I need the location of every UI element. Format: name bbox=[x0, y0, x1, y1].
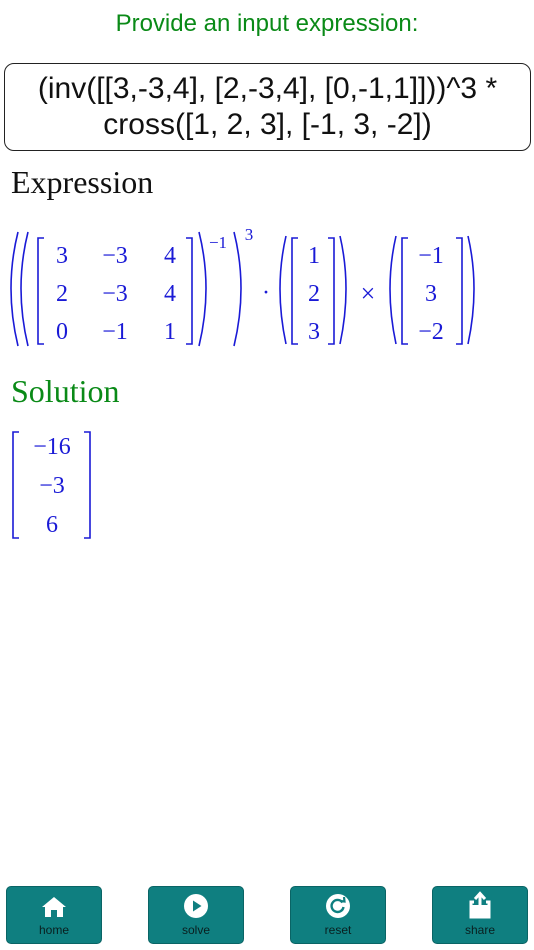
dot-operator: · bbox=[262, 280, 270, 306]
outer-paren-left bbox=[10, 231, 19, 347]
expression-input[interactable]: (inv([[3,-3,4], [2,-3,4], [0,-1,1]]))^3 … bbox=[4, 63, 531, 151]
reset-label: reset bbox=[324, 923, 352, 937]
matrix-cell: 0 bbox=[56, 319, 68, 345]
vec-a-bracket-right bbox=[328, 237, 335, 345]
solution-cell: −16 bbox=[33, 434, 71, 460]
vector-a-cell: 3 bbox=[308, 319, 320, 345]
vector-a-cell: 2 bbox=[308, 281, 320, 307]
outer-paren-left-2 bbox=[20, 231, 29, 347]
matrix-cell: −3 bbox=[102, 243, 128, 269]
vec-b-bracket-left bbox=[401, 237, 408, 345]
cross-operator: × bbox=[361, 279, 376, 308]
matrix-cell: 1 bbox=[164, 319, 176, 345]
solution-render: −16 −3 6 bbox=[12, 431, 91, 539]
matrix-cell: 2 bbox=[56, 281, 68, 307]
prompt-label: Provide an input expression: bbox=[115, 10, 419, 37]
vector-b-cell: −1 bbox=[418, 243, 444, 269]
expression-input-line-2: cross([1, 2, 3], [-1, 3, -2]) bbox=[103, 108, 432, 141]
vec-a-bracket-left bbox=[291, 237, 298, 345]
vec-b-paren-left bbox=[389, 235, 397, 345]
matrix-cell: −3 bbox=[102, 281, 128, 307]
play-icon bbox=[184, 894, 208, 918]
vec-a-paren-right bbox=[339, 235, 347, 345]
power-exponent: 3 bbox=[245, 225, 254, 244]
power-paren-right bbox=[233, 231, 242, 347]
reset-button[interactable]: reset bbox=[290, 886, 386, 944]
matrix-bracket-right bbox=[186, 237, 193, 345]
home-label: home bbox=[38, 923, 70, 937]
vector-b-cell: 3 bbox=[425, 281, 437, 307]
bottom-toolbar: home solve reset share bbox=[0, 886, 534, 946]
vec-b-paren-right bbox=[467, 235, 475, 345]
expression-input-line-1: (inv([[3,-3,4], [2,-3,4], [0,-1,1]]))^3 … bbox=[37, 72, 498, 105]
vec-a-paren-left bbox=[279, 235, 287, 345]
matrix-cell: 3 bbox=[56, 243, 68, 269]
inverse-exponent: −1 bbox=[209, 233, 227, 252]
matrix-cell: −1 bbox=[102, 319, 128, 345]
matrix-cell: 4 bbox=[164, 281, 176, 307]
vec-b-bracket-right bbox=[456, 237, 463, 345]
home-button[interactable]: home bbox=[6, 886, 102, 944]
home-icon bbox=[42, 897, 66, 917]
share-label: share bbox=[464, 923, 496, 937]
expression-title: Expression bbox=[11, 164, 154, 200]
inv-paren-right bbox=[198, 231, 207, 347]
matrix-bracket-left bbox=[37, 237, 44, 345]
solution-title: Solution bbox=[11, 373, 120, 409]
solve-label: solve bbox=[181, 923, 210, 937]
solution-cell: −3 bbox=[39, 473, 65, 499]
share-icon bbox=[469, 891, 491, 919]
expression-render: 3 −3 4 2 −3 4 0 −1 1 −1 3 · × 1 2 3 −1 3… bbox=[10, 225, 475, 347]
solution-bracket-left bbox=[12, 431, 19, 539]
share-button[interactable]: share bbox=[432, 886, 528, 944]
solution-cell: 6 bbox=[46, 512, 58, 538]
matrix-cell: 4 bbox=[164, 243, 176, 269]
solution-bracket-right bbox=[84, 431, 91, 539]
reset-icon bbox=[326, 894, 350, 918]
vector-a-cell: 1 bbox=[308, 243, 320, 269]
vector-b-cell: −2 bbox=[418, 319, 444, 345]
solve-button[interactable]: solve bbox=[148, 886, 244, 944]
